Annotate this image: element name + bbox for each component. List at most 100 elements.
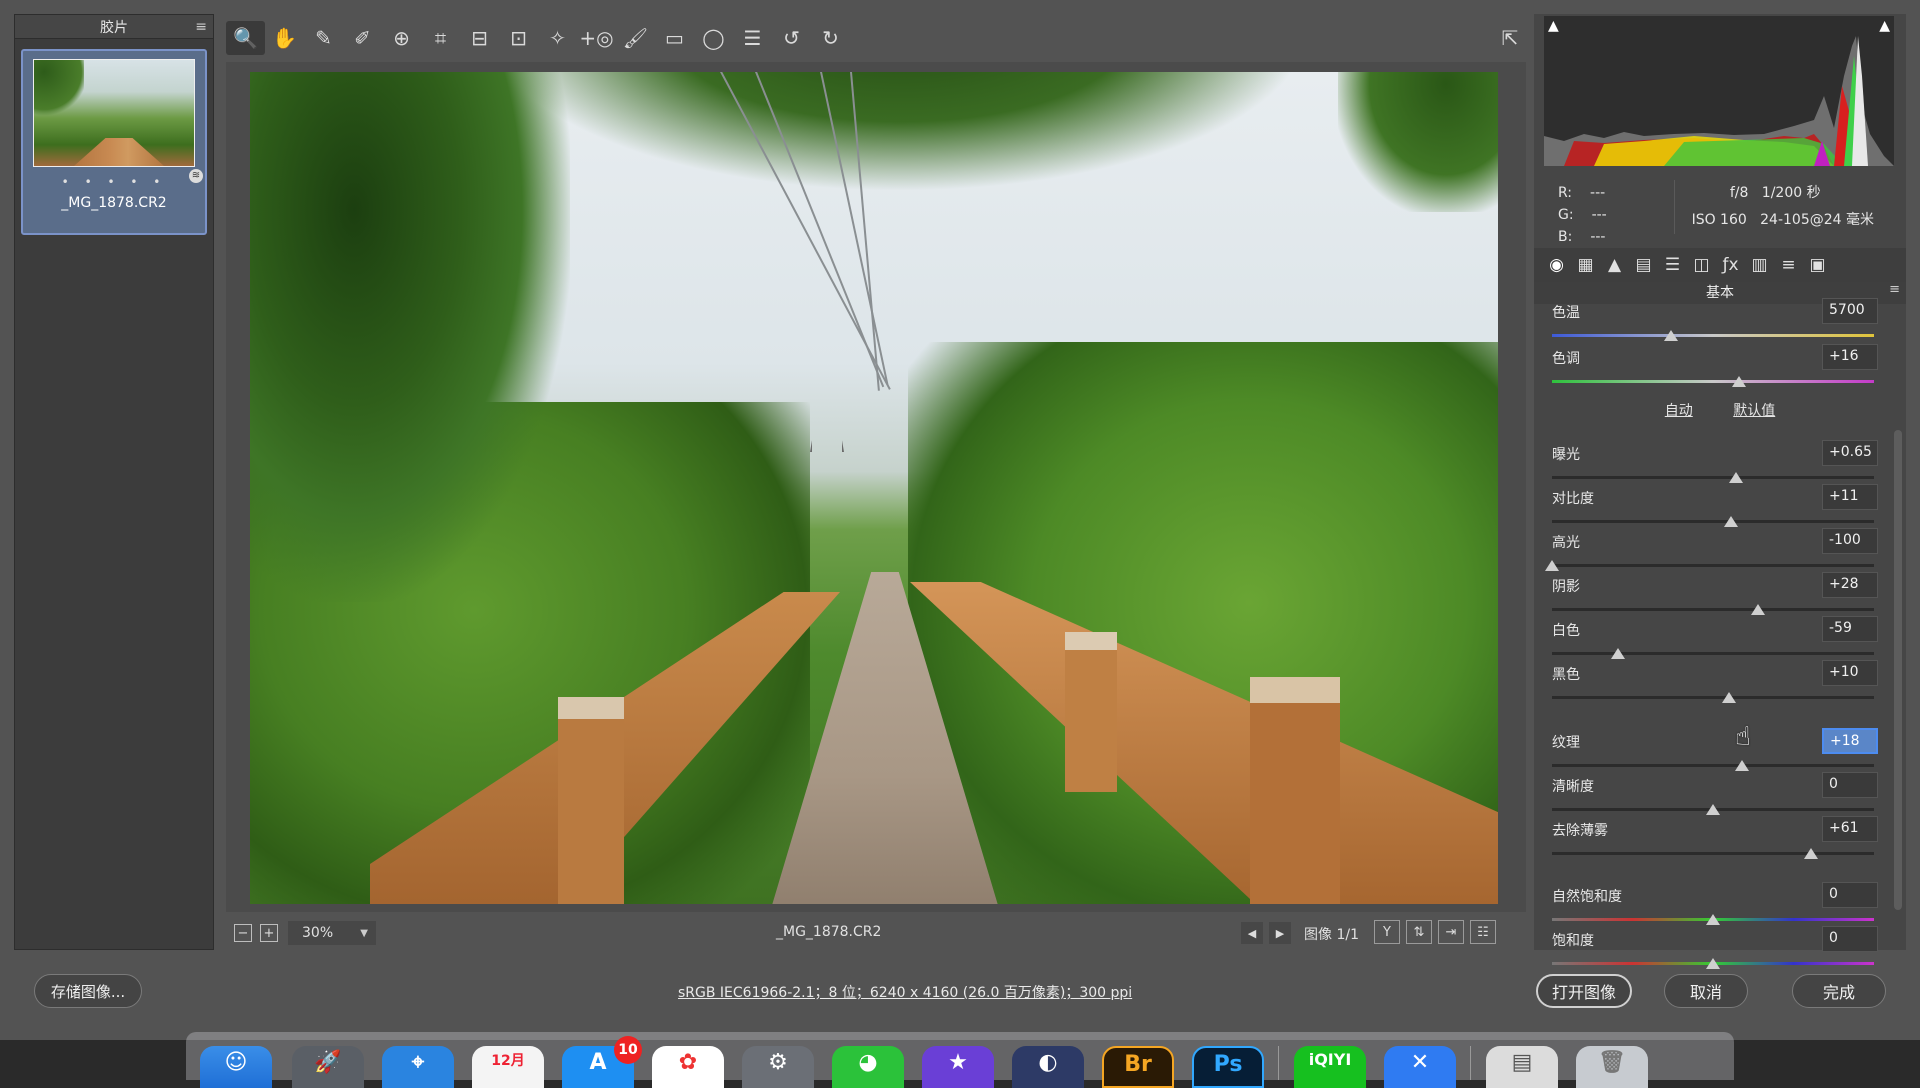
slider-thumb[interactable]	[1804, 848, 1819, 859]
hand-tool-icon[interactable]: ✋	[265, 21, 304, 55]
imovie-icon[interactable]: ★	[922, 1046, 994, 1088]
spot-removal-icon[interactable]: ✧	[538, 21, 577, 55]
tab-lens-corrections-icon[interactable]: ◫	[1687, 255, 1716, 275]
cancel-button[interactable]: 取消	[1664, 974, 1748, 1008]
slider-thumb[interactable]	[1611, 648, 1625, 659]
highlight-clipping-warning-icon[interactable]: ▲	[1879, 18, 1890, 34]
slider-track[interactable]	[1552, 476, 1874, 479]
rotate-right-icon[interactable]: ↻	[811, 21, 850, 55]
slider-value-field[interactable]: 0	[1822, 772, 1878, 798]
graduated-filter-icon[interactable]: ▭	[655, 21, 694, 55]
default-link[interactable]: 默认值	[1733, 403, 1775, 419]
slider-value-field[interactable]: +28	[1822, 572, 1878, 598]
app-store-icon[interactable]: A 10	[562, 1036, 642, 1088]
adjustment-brush-icon[interactable]: 🖌	[616, 21, 655, 55]
slider-track[interactable]	[1552, 380, 1874, 383]
toggle-fullscreen-icon[interactable]: ⇱	[1494, 22, 1526, 54]
rotate-left-icon[interactable]: ↺	[772, 21, 811, 55]
slider-track[interactable]	[1552, 852, 1874, 855]
done-button[interactable]: 完成	[1792, 974, 1886, 1008]
slider-track[interactable]	[1552, 608, 1874, 611]
slider-value-field[interactable]: +16	[1822, 344, 1878, 370]
tab-calibration-icon[interactable]: ▥	[1745, 255, 1774, 275]
slider-thumb[interactable]	[1728, 472, 1743, 483]
wechat-icon[interactable]: ◕	[832, 1046, 904, 1088]
slider-track[interactable]	[1552, 520, 1874, 523]
finder-icon[interactable]: ☺	[200, 1046, 272, 1088]
auto-link[interactable]: 自动	[1665, 403, 1693, 419]
red-eye-icon[interactable]: +◎	[577, 21, 616, 55]
next-image-icon[interactable]: ▶	[1269, 922, 1291, 944]
slider-value-field[interactable]: 5700	[1822, 298, 1878, 324]
slider-value-field[interactable]: +0.65	[1822, 440, 1878, 466]
system-preferences-icon[interactable]: ⚙	[742, 1046, 814, 1088]
quicktime-icon[interactable]: ◐	[1012, 1046, 1084, 1088]
slider-thumb[interactable]	[1734, 760, 1749, 771]
white-balance-icon[interactable]: ✎	[304, 21, 343, 55]
color-sampler-icon[interactable]: ✐	[343, 21, 382, 55]
slider-thumb[interactable]	[1545, 560, 1559, 571]
launchpad-icon[interactable]: 🚀	[292, 1046, 364, 1088]
slider-track[interactable]	[1552, 652, 1874, 655]
zoom-tool-icon[interactable]: 🔍	[226, 21, 265, 55]
preview-photo[interactable]	[250, 72, 1498, 904]
photoshop-icon[interactable]: Ps	[1192, 1046, 1264, 1088]
slider-track[interactable]	[1552, 764, 1874, 767]
slider-track[interactable]	[1552, 564, 1874, 567]
slider-value-field[interactable]: 0	[1822, 926, 1878, 952]
tab-presets-icon[interactable]: ≡	[1774, 255, 1803, 275]
toggle-settings-icon[interactable]: ☷	[1470, 920, 1496, 944]
slider-value-field[interactable]: -59	[1822, 616, 1878, 642]
safari-icon[interactable]: ⌖	[382, 1046, 454, 1088]
zoom-out-button[interactable]: −	[234, 924, 252, 942]
tab-effects-icon[interactable]: ƒx	[1716, 255, 1745, 275]
slider-track[interactable]	[1552, 334, 1874, 337]
transform-icon[interactable]: ⊡	[499, 21, 538, 55]
tab-split-toning-icon[interactable]: ☰	[1658, 255, 1687, 275]
bridge-icon[interactable]: Br	[1102, 1046, 1174, 1088]
slider-thumb[interactable]	[1751, 604, 1766, 615]
radial-filter-icon[interactable]: ◯	[694, 21, 733, 55]
crop-icon[interactable]: ⌗	[421, 21, 460, 55]
filmstrip-thumbnail[interactable]: • • • • • ≋ _MG_1878.CR2	[21, 49, 207, 235]
hamburger-icon[interactable]: ≡	[195, 19, 207, 35]
panel-scrollbar[interactable]	[1894, 310, 1902, 950]
slider-thumb[interactable]	[1731, 376, 1746, 387]
before-after-icon[interactable]: Y	[1374, 920, 1400, 944]
previous-image-icon[interactable]: ◀	[1241, 922, 1263, 944]
slider-value-field[interactable]: +61	[1822, 816, 1878, 842]
iqiyi-icon[interactable]: iQIYI	[1294, 1046, 1366, 1088]
slider-thumb[interactable]	[1706, 914, 1720, 925]
slider-thumb[interactable]	[1706, 804, 1720, 815]
tab-snapshots-icon[interactable]: ▣	[1803, 255, 1832, 275]
zoom-level-select[interactable]: 30% ▼	[288, 921, 376, 945]
straighten-icon[interactable]: ⊟	[460, 21, 499, 55]
tab-detail-icon[interactable]: ▲	[1600, 255, 1629, 275]
calendar-icon[interactable]: 12月	[472, 1046, 544, 1088]
section-menu-icon[interactable]: ≡	[1889, 282, 1900, 297]
workflow-options-link[interactable]: sRGB IEC61966-2.1；8 位；6240 x 4160 (26.0 …	[678, 982, 1132, 1002]
slider-thumb[interactable]	[1723, 516, 1738, 527]
zoom-in-button[interactable]: +	[260, 924, 278, 942]
slider-value-field[interactable]: +18	[1822, 728, 1878, 754]
slider-value-field[interactable]: +10	[1822, 660, 1878, 686]
trash-icon[interactable]: 🗑	[1576, 1046, 1648, 1088]
slider-value-field[interactable]: 0	[1822, 882, 1878, 908]
slider-thumb[interactable]	[1664, 330, 1679, 341]
shadow-clipping-warning-icon[interactable]: ▲	[1548, 18, 1559, 34]
targeted-adjust-icon[interactable]: ⊕	[382, 21, 421, 55]
slider-track[interactable]	[1552, 696, 1874, 699]
slider-thumb[interactable]	[1722, 692, 1737, 703]
tab-basic-icon[interactable]: ◉	[1542, 255, 1571, 275]
xmind-icon[interactable]: ✕	[1384, 1046, 1456, 1088]
slider-value-field[interactable]: -100	[1822, 528, 1878, 554]
preview-icon[interactable]: ▤	[1486, 1046, 1558, 1088]
rating-dots[interactable]: • • • • •	[23, 175, 205, 189]
scrollbar-thumb[interactable]	[1894, 430, 1902, 910]
tab-tone-curve-icon[interactable]: ▦	[1571, 255, 1600, 275]
tab-hsl-icon[interactable]: ▤	[1629, 255, 1658, 275]
slider-value-field[interactable]: +11	[1822, 484, 1878, 510]
swap-settings-icon[interactable]: ⇅	[1406, 920, 1432, 944]
preview-area[interactable]	[226, 62, 1526, 912]
open-image-button[interactable]: 打开图像	[1536, 974, 1632, 1008]
